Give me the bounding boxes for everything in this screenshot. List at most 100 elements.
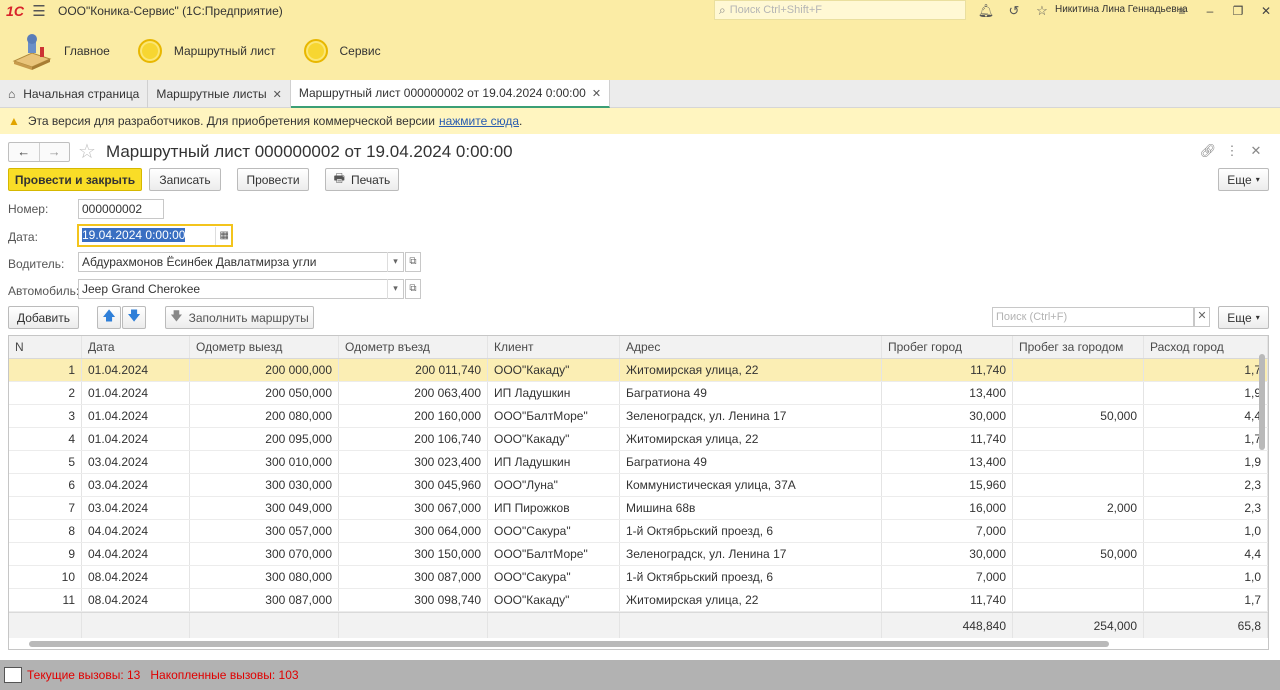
table-row[interactable]: 8 04.04.2024 300 057,000 300 064,000 ООО"Сак… [9, 520, 1268, 543]
header-col-date[interactable]: Дата [82, 336, 190, 358]
warning-tail: . [519, 114, 523, 128]
favorite-star-icon[interactable]: ☆ [78, 139, 96, 164]
restore-icon[interactable]: ❐ [1224, 4, 1252, 18]
cell-col-date: 01.04.2024 [82, 405, 190, 427]
cell-col-n: 4 [9, 428, 82, 450]
favorites-star-icon[interactable]: ☆ [1028, 3, 1056, 19]
car-value: Jeep Grand Cherokee [82, 282, 201, 296]
cell-col-date: 03.04.2024 [82, 451, 190, 473]
cell-col-city-mileage: 15,960 [882, 474, 1013, 496]
minimize-icon[interactable]: – [1196, 4, 1224, 18]
cell-col-odo-out: 300 010,000 [190, 451, 339, 473]
driver-label: Водитель: [8, 257, 65, 271]
tab-route-sheet-doc[interactable]: Маршрутный лист 000000002 от 19.04.2024 … [290, 80, 611, 108]
table-search-input[interactable]: Поиск (Ctrl+F) [992, 307, 1194, 327]
history-icon[interactable]: ↺ [1000, 3, 1028, 19]
table-row[interactable]: 2 01.04.2024 200 050,000 200 063,400 ИП Ладу… [9, 382, 1268, 405]
table-row[interactable]: 7 03.04.2024 300 049,000 300 067,000 ИП Пиро… [9, 497, 1268, 520]
total-col-address [620, 613, 882, 638]
tab-home[interactable]: ⌂ Начальная страница [0, 80, 149, 108]
table-more-button[interactable]: Еще ▾ [1218, 306, 1269, 329]
cell-col-odo-in: 200 106,740 [339, 428, 488, 450]
bell-icon[interactable]: 🔔︎ [972, 3, 1000, 19]
cell-col-address: Житомирская улица, 22 [620, 428, 882, 450]
dropdown-arrow-icon[interactable]: ▾ [387, 279, 403, 299]
section-service-label: Сервис [339, 44, 381, 58]
header-col-address[interactable]: Адрес [620, 336, 882, 358]
cell-col-odo-in: 300 087,000 [339, 566, 488, 588]
warning-link[interactable]: нажмите сюда [439, 114, 519, 128]
search-icon: ⌕ [719, 2, 726, 17]
table-row[interactable]: 9 04.04.2024 300 070,000 300 150,000 ООО"Бал… [9, 543, 1268, 566]
more-button[interactable]: Еще ▾ [1218, 168, 1269, 191]
fill-routes-button[interactable]: 🡇 Заполнить маршруты [165, 306, 314, 329]
header-col-outcity-mileage[interactable]: Пробег за городом [1013, 336, 1144, 358]
header-col-odo-in[interactable]: Одометр въезд [339, 336, 488, 358]
save-button[interactable]: Записать [149, 168, 221, 191]
number-field[interactable]: 000000002 [78, 199, 164, 219]
more-vertical-icon[interactable]: ⋮ [1220, 143, 1244, 159]
cell-col-outcity-mileage [1013, 474, 1144, 496]
cell-col-client: ИП Пирожков [488, 497, 620, 519]
move-up-icon[interactable]: 🡅 [97, 306, 121, 329]
cell-col-odo-in: 300 098,740 [339, 589, 488, 611]
table-row[interactable]: 3 01.04.2024 200 080,000 200 160,000 ООО"Бал… [9, 405, 1268, 428]
settings-menu-icon[interactable]: ≡ [1168, 4, 1196, 18]
header-col-city-mileage[interactable]: Пробег город [882, 336, 1013, 358]
calendar-icon[interactable]: ▦ [214, 227, 229, 245]
horizontal-scrollbar[interactable] [29, 641, 1109, 647]
car-field[interactable]: Jeep Grand Cherokee ▾ [78, 279, 404, 299]
tab-route-sheets[interactable]: Маршрутные листы ✕ [148, 80, 291, 108]
header-col-odo-out[interactable]: Одометр выезд [190, 336, 339, 358]
table-row[interactable]: 1 01.04.2024 200 000,000 200 011,740 ООО"Как… [9, 359, 1268, 382]
cell-col-outcity-mileage [1013, 428, 1144, 450]
cell-col-city-mileage: 30,000 [882, 405, 1013, 427]
table-row[interactable]: 6 03.04.2024 300 030,000 300 045,960 ООО"Лун… [9, 474, 1268, 497]
menu-icon[interactable]: ☰ [30, 0, 48, 22]
table-row[interactable]: 11 08.04.2024 300 087,000 300 098,740 ООО"Ка… [9, 589, 1268, 612]
cell-col-n: 2 [9, 382, 82, 404]
cell-col-address: Багратиона 49 [620, 382, 882, 404]
post-button[interactable]: Провести [237, 168, 309, 191]
forward-arrow-icon[interactable]: → [38, 143, 70, 161]
driver-field[interactable]: Абдурахмонов Ёсинбек Давлатмирза угли ▾ [78, 252, 404, 272]
close-form-icon[interactable]: ✕ [1244, 143, 1268, 159]
total-col-n [9, 613, 82, 638]
section-route-sheet[interactable]: Маршрутный лист [137, 39, 276, 63]
cell-col-odo-out: 200 050,000 [190, 382, 339, 404]
header-col-city-consumption[interactable]: Расход город [1144, 336, 1268, 358]
clear-search-icon[interactable]: ✕ [1194, 307, 1210, 327]
cell-col-odo-in: 300 045,960 [339, 474, 488, 496]
post-and-close-button[interactable]: Провести и закрыть [8, 168, 142, 191]
warning-icon: ▲ [8, 114, 20, 128]
move-down-icon[interactable]: 🡇 [122, 306, 146, 329]
print-button[interactable]: 🖶 Печать [325, 168, 399, 191]
date-field[interactable]: 19.04.2024 0:00:00 ▦ [77, 224, 233, 247]
more-button-label: Еще [1227, 172, 1252, 187]
table-row[interactable]: 5 03.04.2024 300 010,000 300 023,400 ИП Ладу… [9, 451, 1268, 474]
vertical-scrollbar[interactable] [1259, 354, 1265, 450]
table-row[interactable]: 10 08.04.2024 300 080,000 300 087,000 ООО"Са… [9, 566, 1268, 589]
back-arrow-icon[interactable]: ← [9, 143, 39, 161]
chevron-down-icon: ▾ [1255, 175, 1260, 184]
link-icon[interactable]: 🔗︎ [1196, 143, 1220, 159]
open-driver-icon[interactable]: ⧉ [405, 252, 421, 272]
section-service[interactable]: Сервис [303, 39, 381, 63]
cell-col-outcity-mileage [1013, 451, 1144, 473]
cell-col-client: ООО"Луна" [488, 474, 620, 496]
close-icon[interactable]: ✕ [1252, 4, 1280, 18]
add-row-button[interactable]: Добавить [8, 306, 79, 329]
tab-close-icon[interactable]: ✕ [592, 87, 601, 100]
open-car-icon[interactable]: ⧉ [405, 279, 421, 299]
dropdown-arrow-icon[interactable]: ▾ [387, 252, 403, 272]
global-search-input[interactable]: ⌕ Поиск Ctrl+Shift+F [714, 0, 966, 20]
cell-col-outcity-mileage [1013, 589, 1144, 611]
cell-col-odo-in: 300 067,000 [339, 497, 488, 519]
table-row[interactable]: 4 01.04.2024 200 095,000 200 106,740 ООО"Как… [9, 428, 1268, 451]
tab-close-icon[interactable]: ✕ [273, 88, 282, 101]
section-main[interactable]: Главное [0, 31, 110, 71]
header-col-client[interactable]: Клиент [488, 336, 620, 358]
header-col-n[interactable]: N [9, 336, 82, 358]
cell-col-odo-out: 300 070,000 [190, 543, 339, 565]
monitor-icon[interactable] [4, 667, 22, 683]
